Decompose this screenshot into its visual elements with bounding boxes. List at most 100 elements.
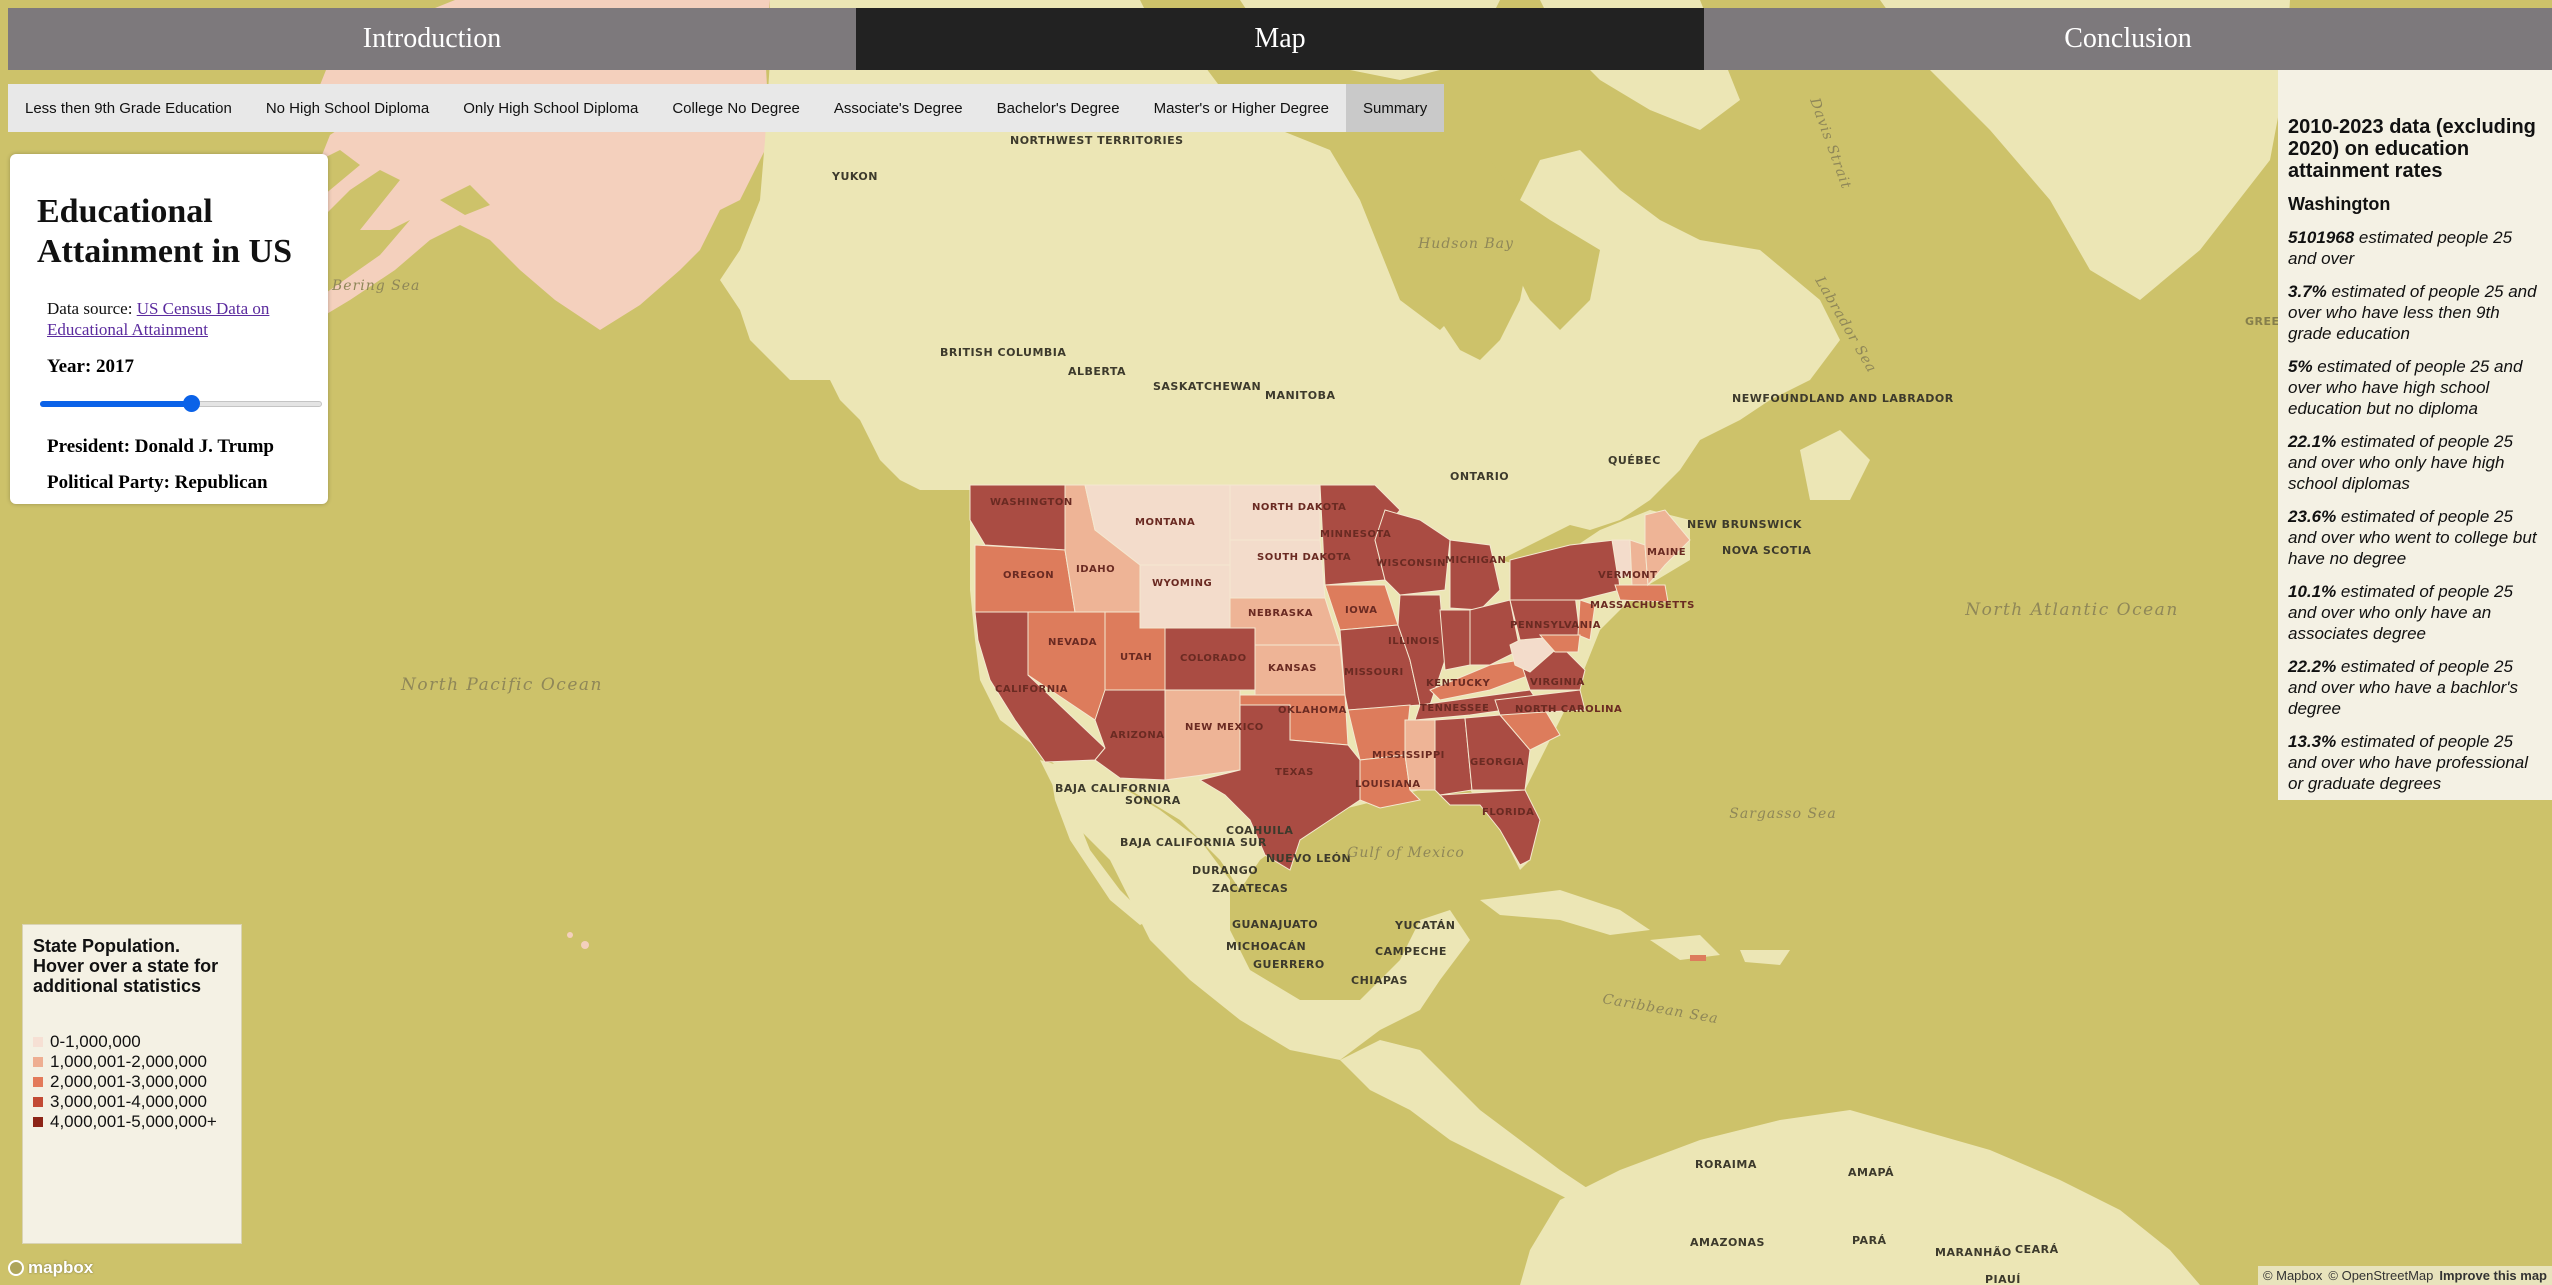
svg-text:NEVADA: NEVADA <box>1048 637 1097 648</box>
mapbox-logo-text: mapbox <box>28 1258 94 1277</box>
svg-text:GEORGIA: GEORGIA <box>1470 757 1524 768</box>
stat-high-school-only: 22.1% estimated of people 25 and over wh… <box>2288 432 2513 493</box>
legend-item: 3,000,001-4,000,000 <box>33 1092 231 1112</box>
legend-swatch <box>33 1097 43 1107</box>
svg-text:CALIFORNIA: CALIFORNIA <box>995 684 1068 695</box>
map-attribution: © Mapbox © OpenStreetMap Improve this ma… <box>2257 1266 2552 1285</box>
svg-text:COLORADO: COLORADO <box>1180 653 1247 664</box>
svg-text:FLORIDA: FLORIDA <box>1482 807 1534 818</box>
legend-item: 1,000,001-2,000,000 <box>33 1052 231 1072</box>
subtab-bachelors-degree[interactable]: Bachelor's Degree <box>980 84 1137 132</box>
president-label: President: Donald J. Trump <box>47 436 274 457</box>
svg-text:LOUISIANA: LOUISIANA <box>1355 779 1421 790</box>
svg-text:UTAH: UTAH <box>1120 652 1152 663</box>
svg-text:Bering Sea: Bering Sea <box>331 278 420 294</box>
data-source: Data source: US Census Data on Education… <box>47 298 313 340</box>
svg-text:NORTH DAKOTA: NORTH DAKOTA <box>1252 502 1346 513</box>
svg-text:WISCONSIN: WISCONSIN <box>1376 558 1446 569</box>
svg-text:YUCATÁN: YUCATÁN <box>1394 919 1456 932</box>
svg-text:AMAPÁ: AMAPÁ <box>1848 1166 1894 1179</box>
svg-text:NORTHWEST TERRITORIES: NORTHWEST TERRITORIES <box>1010 134 1184 147</box>
svg-text:MAINE: MAINE <box>1647 547 1686 558</box>
svg-text:KANSAS: KANSAS <box>1268 663 1317 674</box>
map-canvas[interactable]: WASHINGTON OREGON CALIFORNIA NEVADA IDAH… <box>0 0 2552 1285</box>
svg-text:SOUTH DAKOTA: SOUTH DAKOTA <box>1257 552 1351 563</box>
svg-text:MONTANA: MONTANA <box>1135 517 1195 528</box>
year-slider-thumb[interactable] <box>182 395 200 412</box>
mapbox-logo[interactable]: mapbox <box>8 1258 93 1278</box>
state-wyoming <box>1139 564 1231 629</box>
year-slider[interactable] <box>40 394 322 414</box>
svg-text:CAMPECHE: CAMPECHE <box>1375 945 1447 958</box>
svg-text:AMAZONAS: AMAZONAS <box>1690 1236 1765 1249</box>
svg-text:QUÉBEC: QUÉBEC <box>1608 454 1661 467</box>
svg-text:VIRGINIA: VIRGINIA <box>1530 677 1585 688</box>
subtab-associates-degree[interactable]: Associate's Degree <box>817 84 980 132</box>
party-label: Political Party: Republican <box>47 472 268 493</box>
svg-text:COAHUILA: COAHUILA <box>1226 824 1293 837</box>
svg-text:PARÁ: PARÁ <box>1852 1234 1887 1247</box>
stat-associates: 10.1% estimated of people 25 and over wh… <box>2288 582 2513 643</box>
legend-title: State Population. Hover over a state for… <box>33 936 219 996</box>
svg-text:TEXAS: TEXAS <box>1275 767 1314 778</box>
svg-text:NUEVO LEÓN: NUEVO LEÓN <box>1266 852 1351 865</box>
top-nav: Introduction Map Conclusion <box>8 8 2552 70</box>
svg-text:DURANGO: DURANGO <box>1192 864 1258 877</box>
year-slider-fill <box>40 401 192 407</box>
tab-introduction[interactable]: Introduction <box>8 8 856 70</box>
subtab-masters-or-higher[interactable]: Master's or Higher Degree <box>1137 84 1346 132</box>
svg-text:NEW BRUNSWICK: NEW BRUNSWICK <box>1687 518 1802 531</box>
attribution-osm-link[interactable]: © OpenStreetMap <box>2328 1268 2433 1283</box>
svg-text:VERMONT: VERMONT <box>1598 570 1657 581</box>
svg-text:Sargasso Sea: Sargasso Sea <box>1729 806 1836 822</box>
svg-text:PIAUÍ: PIAUÍ <box>1985 1273 2021 1285</box>
mapbox-logo-icon <box>8 1260 24 1276</box>
subtab-no-high-school-diploma[interactable]: No High School Diploma <box>249 84 446 132</box>
svg-text:ONTARIO: ONTARIO <box>1450 470 1509 483</box>
subtab-summary[interactable]: Summary <box>1346 84 1445 132</box>
page-title: Educational Attainment in US <box>37 193 293 270</box>
svg-text:SONORA: SONORA <box>1125 794 1181 807</box>
state-stats-panel: 2010-2023 data (excluding 2020) on educa… <box>2278 70 2552 800</box>
svg-text:BRITISH COLUMBIA: BRITISH COLUMBIA <box>940 346 1066 359</box>
subtab-only-high-school-diploma[interactable]: Only High School Diploma <box>446 84 655 132</box>
svg-text:ILLINOIS: ILLINOIS <box>1388 636 1440 647</box>
stat-less-than-9th: 3.7% estimated of people 25 and over who… <box>2288 282 2537 343</box>
stat-college-no-degree: 23.6% estimated of people 25 and over wh… <box>2288 507 2537 568</box>
legend-item: 0-1,000,000 <box>33 1032 231 1052</box>
improve-map-link[interactable]: Improve this map <box>2439 1268 2547 1283</box>
legend-swatch <box>33 1037 43 1047</box>
legend-swatch <box>33 1117 43 1127</box>
svg-text:MISSOURI: MISSOURI <box>1344 667 1404 678</box>
svg-text:GUANAJUATO: GUANAJUATO <box>1232 918 1318 931</box>
year-label: Year: 2017 <box>47 356 135 377</box>
state-indiana <box>1439 609 1471 671</box>
svg-text:North Pacific Ocean: North Pacific Ocean <box>400 675 603 695</box>
tab-conclusion[interactable]: Conclusion <box>1704 8 2552 70</box>
attribution-mapbox-link[interactable]: © Mapbox <box>2263 1268 2322 1283</box>
stats-state-name: Washington <box>2288 194 2391 214</box>
svg-text:IOWA: IOWA <box>1345 605 1378 616</box>
svg-text:PENNSYLVANIA: PENNSYLVANIA <box>1510 620 1601 631</box>
svg-text:WASHINGTON: WASHINGTON <box>990 497 1073 508</box>
legend-item: 4,000,001-5,000,000+ <box>33 1112 231 1132</box>
svg-text:SASKATCHEWAN: SASKATCHEWAN <box>1153 380 1261 393</box>
data-source-label: Data source: <box>47 299 133 318</box>
subtab-less-than-9th-grade[interactable]: Less then 9th Grade Education <box>8 84 249 132</box>
tab-map[interactable]: Map <box>856 8 1704 70</box>
subtab-college-no-degree[interactable]: College No Degree <box>655 84 817 132</box>
svg-text:MASSACHUSETTS: MASSACHUSETTS <box>1590 600 1695 611</box>
legend-swatch <box>33 1057 43 1067</box>
svg-text:IDAHO: IDAHO <box>1076 564 1115 575</box>
state-washington <box>969 484 1066 551</box>
svg-text:ARIZONA: ARIZONA <box>1110 730 1165 741</box>
svg-text:ALBERTA: ALBERTA <box>1068 365 1126 378</box>
svg-text:OKLAHOMA: OKLAHOMA <box>1278 705 1347 716</box>
svg-text:Hudson Bay: Hudson Bay <box>1417 236 1514 252</box>
info-panel: Educational Attainment in US Data source… <box>10 154 328 504</box>
svg-text:ZACATECAS: ZACATECAS <box>1212 882 1288 895</box>
stat-graduate: 13.3% estimated of people 25 and over wh… <box>2288 732 2529 793</box>
svg-text:TENNESSEE: TENNESSEE <box>1420 703 1489 714</box>
svg-text:MISSISSIPPI: MISSISSIPPI <box>1372 750 1445 761</box>
svg-text:MARANHÃO: MARANHÃO <box>1935 1246 2012 1259</box>
